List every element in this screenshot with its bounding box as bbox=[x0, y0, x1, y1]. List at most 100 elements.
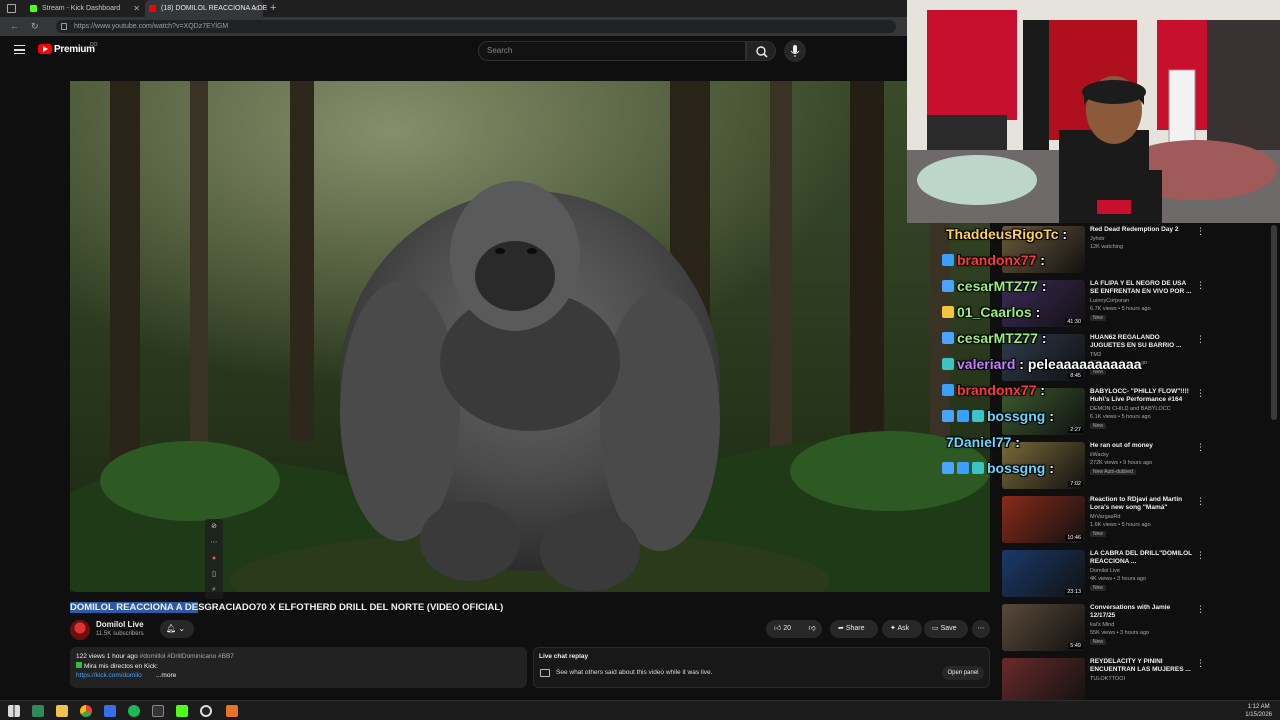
new-tab-button[interactable]: + bbox=[270, 0, 276, 17]
youtube-logo-icon[interactable] bbox=[38, 44, 52, 54]
system-clock[interactable]: 1:12 AM 1/15/2026 bbox=[1245, 703, 1272, 719]
dislike-button[interactable]: 👎︎ bbox=[802, 620, 822, 638]
channel-avatar[interactable] bbox=[70, 620, 90, 640]
new-badge: New bbox=[1090, 585, 1107, 591]
tab-youtube-video[interactable]: (18) DOMILOL REACCIONA A DE ✕ bbox=[145, 0, 267, 17]
kick-link[interactable]: https://kick.com/domilo bbox=[76, 672, 142, 679]
more-vertical-icon[interactable]: ⋮ bbox=[1196, 604, 1205, 614]
kick-icon bbox=[30, 5, 37, 12]
voice-search-button[interactable] bbox=[784, 40, 806, 62]
recommendation-title[interactable]: Reaction to RDjavi and Martin Lora's new… bbox=[1090, 496, 1194, 512]
video-player[interactable] bbox=[70, 81, 990, 592]
more-vertical-icon[interactable]: ⋮ bbox=[1196, 496, 1205, 506]
more-vertical-icon[interactable]: ⋮ bbox=[1196, 658, 1205, 668]
video-thumbnail[interactable] bbox=[1002, 658, 1085, 705]
recommendation-title[interactable]: Conversations with Jamie 12/17/25 bbox=[1090, 604, 1194, 620]
file-explorer-icon[interactable] bbox=[56, 705, 68, 717]
more-vertical-icon[interactable]: ⋮ bbox=[1196, 334, 1205, 344]
chat-username: cesarMTZ77 bbox=[957, 330, 1038, 346]
recommendation-channel[interactable]: Jyhxtr bbox=[1090, 236, 1105, 242]
more-vertical-icon[interactable]: ⋮ bbox=[1196, 226, 1205, 236]
site-info-icon[interactable] bbox=[61, 23, 67, 30]
recommendation-channel[interactable]: kai's Mind bbox=[1090, 622, 1114, 628]
like-count: 20 bbox=[783, 625, 792, 632]
recommendation-channel[interactable]: TULOKTTOOI bbox=[1090, 676, 1125, 682]
app-icon[interactable] bbox=[226, 705, 238, 717]
chat-message: valeriard : peleaaaaaaaaaaa bbox=[942, 356, 1142, 372]
recommendation-title[interactable]: He ran out of money bbox=[1090, 442, 1194, 450]
tab-menu-icon[interactable] bbox=[7, 4, 16, 13]
recommendation-channel[interactable]: LuinnyCorporan bbox=[1090, 298, 1129, 304]
recommendation-item[interactable]: 23:13 LA CABRA DEL DRILL"DOMILOL REACCION… bbox=[1002, 550, 1272, 600]
copy-icon[interactable]: ▯ bbox=[210, 571, 218, 579]
scrollbar[interactable] bbox=[1271, 225, 1277, 420]
live-chat-replay-title: Live chat replay bbox=[539, 653, 589, 660]
recommendation-channel[interactable]: iiWacky bbox=[1090, 452, 1109, 458]
back-arrow-icon[interactable]: ← bbox=[10, 21, 19, 32]
video-thumbnail[interactable]: 23:13 bbox=[1002, 550, 1085, 597]
kick-icon[interactable] bbox=[176, 705, 188, 717]
chat-username: 7Daniel77 bbox=[946, 434, 1012, 450]
open-panel-button[interactable]: Open panel bbox=[942, 666, 984, 680]
obs-icon[interactable] bbox=[200, 705, 212, 717]
close-tab-icon[interactable]: ✕ bbox=[133, 0, 140, 17]
chat-separator: : bbox=[1037, 330, 1047, 346]
more-dots-icon[interactable]: ⋯ bbox=[210, 539, 218, 547]
search-icon[interactable]: ⌕ bbox=[210, 586, 218, 594]
close-tab-icon[interactable]: ✕ bbox=[252, 0, 259, 17]
recommendation-title[interactable]: LA CABRA DEL DRILL"DOMILOL REACCIONA ... bbox=[1090, 550, 1194, 566]
hide-icon[interactable]: ⊘ bbox=[210, 523, 218, 531]
notification-bell-button[interactable]: 🔔︎ ⌄ bbox=[160, 620, 194, 638]
spotify-icon[interactable] bbox=[128, 705, 140, 717]
chevron-down-icon: ⌄ bbox=[178, 624, 186, 633]
subscriber-count: 11.5K subscribers bbox=[96, 631, 144, 637]
recommendation-item[interactable]: 10:46 Reaction to RDjavi and Martin Lora'… bbox=[1002, 496, 1272, 546]
search-button[interactable] bbox=[746, 41, 776, 61]
recommendation-item[interactable]: REYDELACITY Y PININI ENCUENTRAN LAS MUJE… bbox=[1002, 658, 1272, 705]
terminal-icon[interactable] bbox=[152, 705, 164, 717]
recommendation-title[interactable]: Red Dead Redemption Day 2 bbox=[1090, 226, 1194, 234]
chat-message: bossgng : bbox=[942, 460, 1054, 476]
ask-button[interactable]: ✦ Ask bbox=[882, 620, 922, 638]
more-vertical-icon[interactable]: ⋮ bbox=[1196, 388, 1205, 398]
recommendation-channel[interactable]: MrVargasRd bbox=[1090, 514, 1120, 520]
more-vertical-icon[interactable]: ⋮ bbox=[1196, 442, 1205, 452]
reload-icon[interactable]: ↻ bbox=[31, 21, 39, 32]
windows-start-icon[interactable] bbox=[8, 705, 20, 717]
recommendation-title[interactable]: REYDELACITY Y PININI ENCUENTRAN LAS MUJE… bbox=[1090, 658, 1194, 674]
menu-icon[interactable] bbox=[14, 45, 25, 54]
recommendation-channel[interactable]: DEMON CHILD and BABYLOCC bbox=[1090, 406, 1171, 412]
tab-kick-dashboard[interactable]: Stream - Kick Dashboard ✕ bbox=[26, 0, 144, 17]
color-palette-icon[interactable]: ● bbox=[210, 555, 218, 563]
windows-taskbar: 1:12 AM 1/15/2026 bbox=[0, 700, 1280, 720]
recommendation-title[interactable]: LA FLIPA Y EL NEGRO DE USA SE ENFRENTAN … bbox=[1090, 280, 1194, 296]
url-field[interactable]: https://www.youtube.com/watch?v=XQDz7EYl… bbox=[56, 20, 896, 33]
chat-bubble-icon bbox=[540, 669, 550, 677]
description-stats: 122 views 1 hour ago #domillol #DrillDom… bbox=[76, 653, 234, 660]
youtube-premium-logo[interactable]: Premium bbox=[54, 44, 95, 55]
app-icon[interactable] bbox=[104, 705, 116, 717]
app-icon[interactable] bbox=[32, 705, 44, 717]
video-thumbnail[interactable]: 10:46 bbox=[1002, 496, 1085, 543]
recommendation-title[interactable]: HUAN62 REGALANDO JUGUETES EN SU BARRIO .… bbox=[1090, 334, 1194, 350]
address-bar-row: ← ↻ https://www.youtube.com/watch?v=XQDz… bbox=[0, 17, 907, 36]
channel-name[interactable]: Domilol Live bbox=[96, 620, 144, 629]
search-input[interactable]: Search bbox=[478, 41, 746, 61]
save-label: Save bbox=[940, 625, 957, 632]
more-vertical-icon[interactable]: ⋮ bbox=[1196, 280, 1205, 290]
more-actions-button[interactable]: ⋯ bbox=[972, 620, 990, 638]
chrome-icon[interactable] bbox=[80, 705, 92, 717]
recommendation-title[interactable]: BABYLOCC- "PHILLY FLOW"!!!! Huh\'s Live … bbox=[1090, 388, 1194, 404]
share-button[interactable]: ➦ Share bbox=[830, 620, 878, 638]
video-thumbnail[interactable]: 5:49 bbox=[1002, 604, 1085, 651]
hashtags[interactable]: #domillol #DrillDominicano #BB7 bbox=[140, 653, 234, 660]
recommendation-channel[interactable]: Domilol Live bbox=[1090, 568, 1120, 574]
save-button[interactable]: ▭ Save bbox=[924, 620, 968, 638]
chat-message: ThaddeusRigoTc : bbox=[946, 226, 1067, 242]
chat-badge-icon bbox=[972, 410, 984, 422]
recommendation-item[interactable]: 5:49 Conversations with Jamie 12/17/25 kai… bbox=[1002, 604, 1272, 654]
more-vertical-icon[interactable]: ⋮ bbox=[1196, 550, 1205, 560]
recommendation-meta: 6.1K views • 5 hours ago bbox=[1090, 414, 1151, 420]
chat-separator: : bbox=[1045, 460, 1054, 476]
more-link[interactable]: ...more bbox=[156, 672, 176, 679]
